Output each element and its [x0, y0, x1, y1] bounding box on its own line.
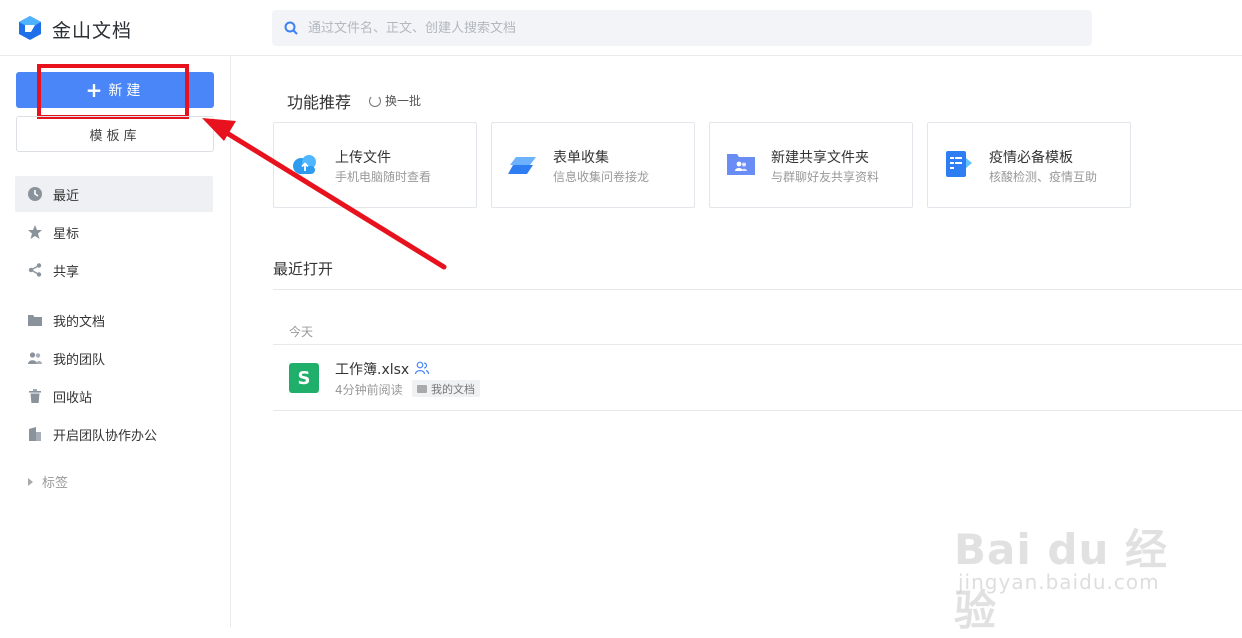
sidebar-item-label: 回收站 [53, 390, 93, 406]
clock-icon [27, 186, 43, 202]
annotation-highlight-box [37, 64, 189, 119]
sidebar-item-label: 最近 [53, 188, 80, 204]
search-icon [284, 21, 298, 35]
file-location: 我的文档 [431, 382, 475, 396]
refresh-icon [369, 94, 381, 107]
search-bar[interactable] [272, 10, 1092, 46]
app-title: 金山文档 [52, 20, 133, 42]
sidebar-item-recent[interactable]: 最近 [15, 176, 213, 212]
star-icon [27, 224, 43, 240]
file-meta: 4分钟前阅读 [335, 383, 403, 397]
search-input[interactable] [308, 20, 1068, 36]
sidebar-item-my-docs[interactable]: 我的文档 [15, 302, 213, 338]
main-content: 功能推荐 换一批 上传文件 手机电脑随时查看 表单收集 信息收集问卷接龙 新建共… [231, 56, 1242, 627]
folder-icon [417, 384, 427, 393]
recent-title: 最近打开 [273, 260, 334, 278]
shared-users-icon[interactable] [414, 360, 430, 376]
sidebar-item-label: 我的文档 [53, 314, 106, 330]
sidebar-item-starred[interactable]: 星标 [15, 214, 213, 250]
shared-folder-icon [727, 154, 755, 175]
template-doc-icon [946, 151, 972, 177]
divider [273, 410, 1242, 411]
refresh-label: 换一批 [385, 94, 422, 108]
divider [273, 289, 1242, 290]
file-name: 工作簿.xlsx [335, 362, 410, 378]
file-row[interactable]: S 工作簿.xlsx 4分钟前阅读 我的文档 [273, 345, 1242, 410]
card-title: 疫情必备模板 [989, 150, 1073, 166]
building-icon [27, 426, 43, 442]
card-shared-folder[interactable]: 新建共享文件夹 与群聊好友共享资料 [709, 122, 913, 208]
tags-label: 标签 [42, 476, 69, 491]
card-subtitle: 核酸检测、疫情互助 [989, 170, 1098, 184]
folder-icon [27, 312, 43, 328]
card-subtitle: 信息收集问卷接龙 [553, 170, 650, 184]
team-icon [27, 350, 43, 366]
sidebar-item-shared[interactable]: 共享 [15, 252, 213, 288]
group-label-today: 今天 [289, 325, 314, 339]
card-epidemic-template[interactable]: 疫情必备模板 核酸检测、疫情互助 [927, 122, 1131, 208]
sidebar-tags-toggle[interactable]: 标签 [28, 472, 68, 491]
sidebar-item-label: 共享 [53, 264, 80, 280]
card-form-collect[interactable]: 表单收集 信息收集问卷接龙 [491, 122, 695, 208]
card-subtitle: 手机电脑随时查看 [335, 170, 432, 184]
card-title: 新建共享文件夹 [771, 150, 869, 166]
recommend-title: 功能推荐 [287, 93, 352, 112]
sidebar: + 新建 模板库 最近 星标 共享 我的文档 我的团队 回收站 开启团队协作办公… [0, 56, 231, 627]
form-icon [508, 157, 536, 174]
sidebar-item-my-team[interactable]: 我的团队 [15, 340, 213, 376]
sidebar-item-team-collab[interactable]: 开启团队协作办公 [15, 416, 213, 452]
sidebar-item-label: 星标 [53, 226, 80, 242]
cloud-upload-icon [293, 155, 316, 174]
top-bar: 金山文档 [0, 0, 1242, 56]
card-upload-file[interactable]: 上传文件 手机电脑随时查看 [273, 122, 477, 208]
trash-icon [27, 388, 43, 404]
wps-docs-logo-icon[interactable] [18, 15, 42, 41]
refresh-button[interactable]: 换一批 [369, 92, 421, 109]
card-title: 上传文件 [335, 150, 391, 166]
share-icon [27, 262, 43, 278]
file-location-tag[interactable]: 我的文档 [412, 380, 480, 397]
sidebar-item-trash[interactable]: 回收站 [15, 378, 213, 414]
sidebar-item-label: 我的团队 [53, 352, 106, 368]
card-title: 表单收集 [553, 150, 609, 166]
sidebar-item-label: 开启团队协作办公 [53, 428, 158, 444]
caret-right-icon [28, 477, 33, 486]
spreadsheet-icon: S [289, 363, 319, 393]
card-subtitle: 与群聊好友共享资料 [771, 170, 880, 184]
template-library-button[interactable]: 模板库 [16, 116, 214, 152]
